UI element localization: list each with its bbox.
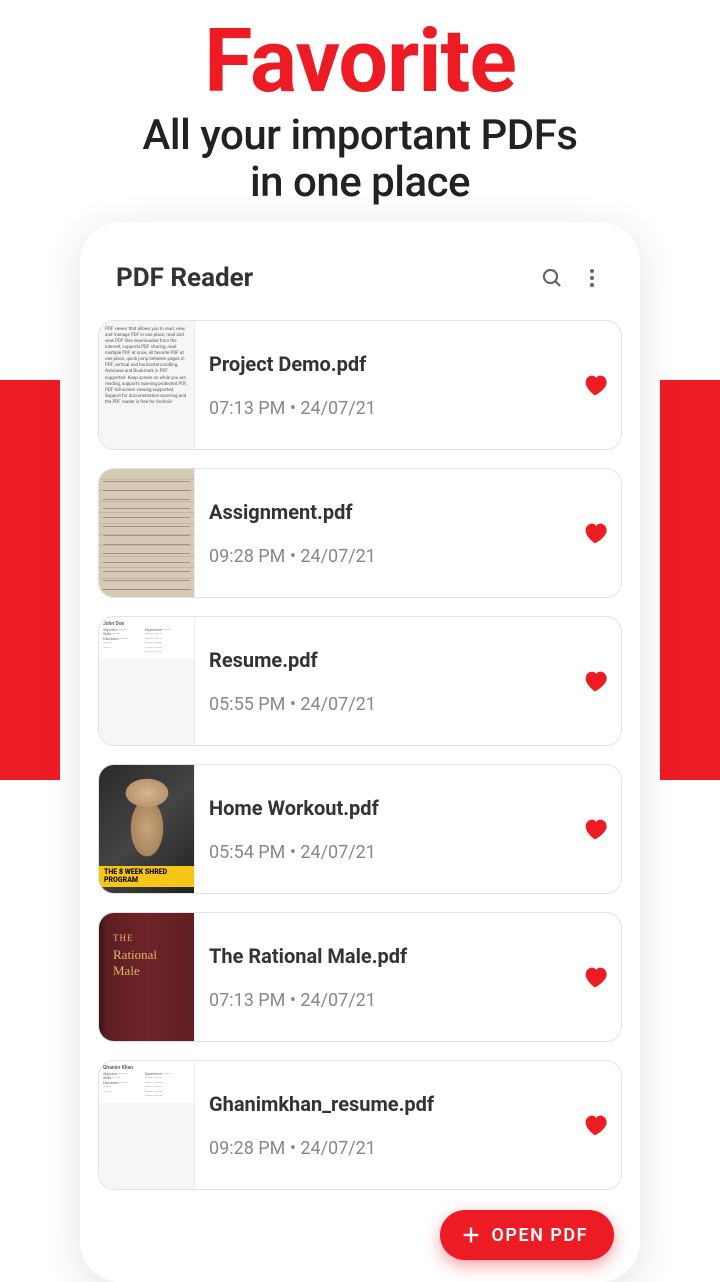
file-meta: 05:54 PM • 24/07/21 [209,842,555,863]
list-item[interactable]: Ghanim KhanObjective ———Skills ———Educat… [98,1060,622,1190]
file-name: Ghanimkhan_resume.pdf [209,1092,555,1116]
file-meta: 09:28 PM • 24/07/21 [209,1138,555,1159]
file-info: The Rational Male.pdf 07:13 PM • 24/07/2… [195,944,569,1011]
list-item[interactable]: Assignment.pdf 09:28 PM • 24/07/21 [98,468,622,598]
favorite-button[interactable] [569,667,621,695]
heart-icon [581,963,609,991]
app-title: PDF Reader [116,263,532,293]
file-info: Assignment.pdf 09:28 PM • 24/07/21 [195,500,569,567]
app-bar: PDF Reader [80,222,640,320]
favorite-button[interactable] [569,519,621,547]
list-item[interactable]: THE Rational Male The Rational Male.pdf … [98,912,622,1042]
list-item[interactable]: John DoeObjective ———Skills ———Education… [98,616,622,746]
file-thumbnail: John DoeObjective ———Skills ———Education… [99,617,195,745]
heart-icon [581,371,609,399]
fab-label: OPEN PDF [492,1225,589,1246]
list-item[interactable]: PDF viewer that allows you to read, view… [98,320,622,450]
favorite-button[interactable] [569,963,621,991]
file-thumbnail [99,469,195,597]
file-name: Project Demo.pdf [209,352,555,376]
search-button[interactable] [532,258,572,298]
file-name: Assignment.pdf [209,500,555,524]
phone-frame: PDF Reader PDF viewer that allows you to… [80,222,640,1282]
heart-icon [581,1111,609,1139]
hero-section: Favorite All your important PDFs in one … [0,0,720,206]
plus-icon [460,1224,482,1246]
favorite-button[interactable] [569,1111,621,1139]
decor-right-bar [660,380,720,780]
hero-subtitle: All your important PDFs in one place [0,112,720,206]
decor-left-bar [0,380,60,780]
hero-title: Favorite [0,18,720,106]
heart-icon [581,519,609,547]
file-info: Resume.pdf 05:55 PM • 24/07/21 [195,648,569,715]
file-meta: 09:28 PM • 24/07/21 [209,546,555,567]
more-button[interactable] [572,258,612,298]
heart-icon [581,667,609,695]
favorite-button[interactable] [569,371,621,399]
search-icon [540,266,564,290]
favorite-button[interactable] [569,815,621,843]
file-list: PDF viewer that allows you to read, view… [80,320,640,1190]
file-thumbnail: PDF viewer that allows you to read, view… [99,321,195,449]
file-info: Ghanimkhan_resume.pdf 09:28 PM • 24/07/2… [195,1092,569,1159]
file-thumbnail: THE 8 WEEK SHRED PROGRAM [99,765,195,893]
file-meta: 05:55 PM • 24/07/21 [209,694,555,715]
file-info: Project Demo.pdf 07:13 PM • 24/07/21 [195,352,569,419]
file-thumbnail: Ghanim KhanObjective ———Skills ———Educat… [99,1061,195,1189]
open-pdf-button[interactable]: OPEN PDF [440,1210,615,1260]
file-thumbnail: THE Rational Male [99,913,195,1041]
heart-icon [581,815,609,843]
more-vert-icon [580,266,604,290]
file-info: Home Workout.pdf 05:54 PM • 24/07/21 [195,796,569,863]
list-item[interactable]: THE 8 WEEK SHRED PROGRAM Home Workout.pd… [98,764,622,894]
file-name: Home Workout.pdf [209,796,555,820]
file-meta: 07:13 PM • 24/07/21 [209,398,555,419]
file-meta: 07:13 PM • 24/07/21 [209,990,555,1011]
file-name: The Rational Male.pdf [209,944,555,968]
file-name: Resume.pdf [209,648,555,672]
